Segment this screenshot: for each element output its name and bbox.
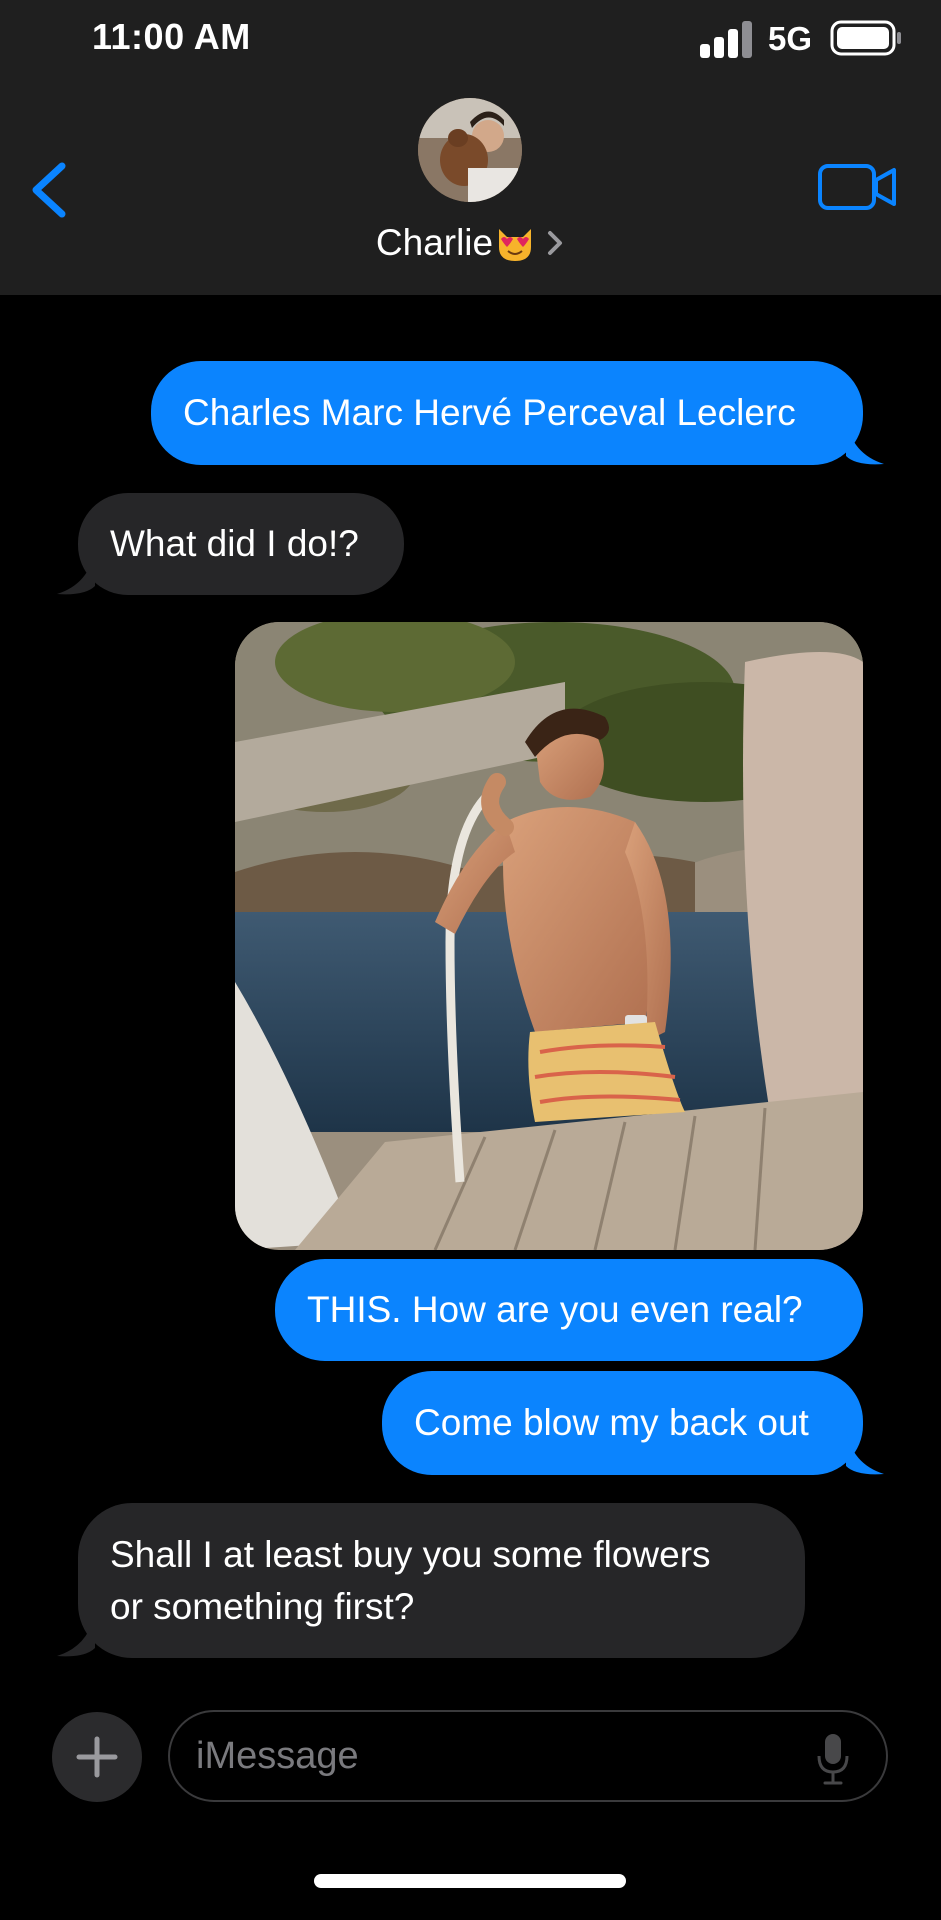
bubble-tail [846, 1430, 884, 1475]
video-call-icon[interactable] [818, 162, 898, 212]
home-indicator[interactable] [314, 1874, 626, 1888]
network-type: 5G [768, 20, 813, 57]
message-text: Charles Marc Hervé Perceval Leclerc [183, 392, 796, 433]
plus-icon [76, 1736, 118, 1778]
add-attachment-button[interactable] [52, 1712, 142, 1802]
contact-name-row[interactable]: Charlie [0, 218, 941, 268]
back-chevron-icon[interactable] [24, 158, 74, 222]
message-bubble-sent[interactable]: THIS. How are you even real? [275, 1259, 863, 1361]
message-text: THIS. How are you even real? [307, 1289, 803, 1330]
contact-name: Charlie [375, 222, 494, 263]
bubble-tail [57, 550, 95, 595]
message-bubble-sent[interactable]: Charles Marc Hervé Perceval Leclerc [151, 361, 863, 465]
avatar-photo [418, 98, 522, 202]
microphone-icon[interactable] [816, 1732, 850, 1786]
message-bubble-sent[interactable]: Come blow my back out [382, 1371, 863, 1475]
message-text-line: or something first? [110, 1585, 415, 1627]
bubble-tail [57, 1612, 95, 1657]
message-bubble-received[interactable]: What did I do!? [78, 493, 404, 595]
message-input[interactable]: iMessage [168, 1710, 888, 1802]
heart-eyes-cat-icon [499, 229, 532, 261]
message-text: What did I do!? [110, 523, 359, 564]
battery-icon [830, 20, 901, 56]
status-time: 11:00 AM [92, 16, 251, 57]
message-text: Come blow my back out [414, 1402, 809, 1443]
message-bubble-received[interactable]: Shall I at least buy you some flowers or… [78, 1503, 805, 1658]
message-input-placeholder: iMessage [196, 1735, 359, 1777]
conversation-header: 11:00 AM 5G Charlie [0, 0, 941, 295]
chevron-right-icon [548, 231, 563, 255]
message-text-block: Shall I at least buy you some flowers or… [110, 1529, 711, 1633]
photo-image [235, 622, 863, 1250]
photo-attachment[interactable] [235, 622, 863, 1250]
cellular-signal-icon [700, 21, 752, 58]
message-text-line: Shall I at least buy you some flowers [110, 1533, 711, 1575]
bubble-tail [846, 420, 884, 465]
contact-avatar[interactable] [418, 98, 522, 202]
